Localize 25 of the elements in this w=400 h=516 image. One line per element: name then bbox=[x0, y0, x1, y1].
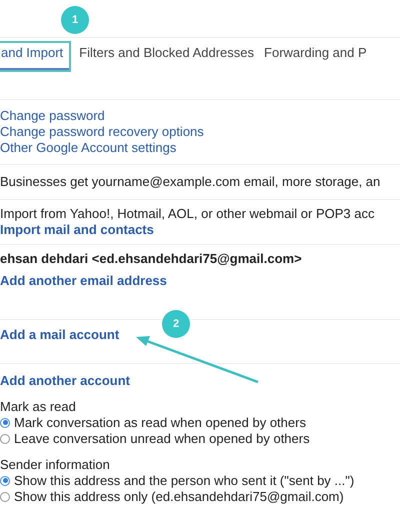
settings-tab[interactable]: Filters and Blocked Addresses bbox=[79, 42, 254, 70]
radio-option[interactable]: Mark conversation as read when opened by others bbox=[0, 414, 306, 430]
import-link[interactable]: Import mail and contacts bbox=[0, 222, 154, 238]
add-account-link[interactable]: Add another account bbox=[0, 372, 130, 388]
business-text: Businesses get yourname@example.com email, more storage, an bbox=[0, 174, 380, 189]
account-link[interactable]: Change password bbox=[0, 108, 105, 124]
add-mail-account-link[interactable]: Add a mail account bbox=[0, 326, 120, 342]
settings-tab[interactable]: and Import bbox=[0, 42, 70, 70]
radio-icon[interactable] bbox=[0, 476, 10, 486]
step-badge: 2 bbox=[162, 310, 190, 338]
radio-icon[interactable] bbox=[0, 492, 10, 502]
settings-tab[interactable]: Forwarding and P bbox=[264, 42, 367, 70]
import-text: Import from Yahoo!, Hotmail, AOL, or other webmail or POP3 acc bbox=[0, 206, 375, 222]
radio-icon[interactable] bbox=[0, 434, 10, 444]
account-link[interactable]: Change password recovery options bbox=[0, 124, 204, 140]
group-title: Sender information bbox=[0, 456, 110, 472]
radio-option[interactable]: Show this address only (ed.ehsandehdari75@gmail.com) bbox=[0, 488, 344, 504]
radio-option[interactable]: Leave conversation unread when opened by others bbox=[0, 430, 310, 446]
group-title: Mark as read bbox=[0, 398, 76, 414]
radio-option[interactable]: Show this address and the person who sent it ("sent by ...") bbox=[0, 472, 354, 488]
add-email-link[interactable]: Add another email address bbox=[0, 272, 167, 288]
sender-address: ehsan dehdari <ed.ehsandehdari75@gmail.com> bbox=[0, 250, 302, 266]
account-link[interactable]: Other Google Account settings bbox=[0, 140, 176, 156]
step-badge: 1 bbox=[61, 6, 89, 34]
radio-icon[interactable] bbox=[0, 418, 10, 428]
